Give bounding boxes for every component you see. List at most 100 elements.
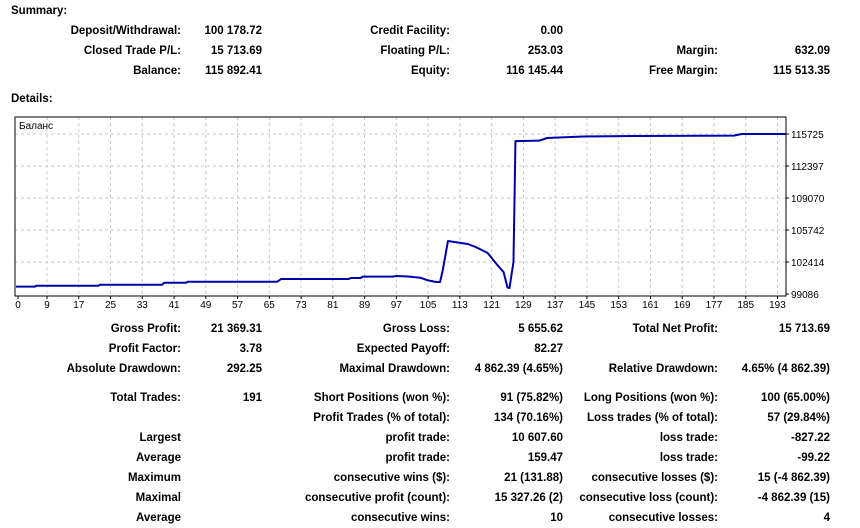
details-label: profit trade: [385, 432, 450, 444]
x-tick-label: 121 [483, 300, 500, 311]
summary-label: Balance: [133, 65, 181, 77]
details-label: loss trade: [659, 452, 718, 464]
x-tick-label: 81 [327, 300, 339, 311]
details-label: Gross Profit: [110, 323, 181, 335]
x-tick-label: 33 [137, 300, 149, 311]
y-tick-label: 99086 [791, 290, 819, 301]
details-label: Long Positions (won %): [583, 392, 718, 404]
details-label: Total Net Profit: [632, 323, 718, 335]
details-value: -4 862.39 (15) [757, 492, 830, 504]
details-value: 4 862.39 (4.65%) [474, 363, 563, 375]
x-tick-label: 17 [73, 300, 85, 311]
details-label: consecutive wins ($): [333, 472, 450, 484]
details-value: -99.22 [797, 452, 830, 464]
summary-value: 0.00 [540, 25, 563, 37]
summary-heading: Summary: [11, 5, 68, 17]
summary-row: Balance: 115 892.41 Equity: 116 145.44 Free … [0, 61, 860, 81]
details-label: Average [136, 452, 181, 464]
summary-label: Margin: [676, 45, 718, 57]
details-label: loss trade: [659, 432, 718, 444]
summary-value: 632.09 [794, 45, 830, 57]
details-label: Maximal [135, 492, 181, 504]
details-label: Short Positions (won %): [313, 392, 450, 404]
details-row: Average consecutive wins: 10 consecutive lo… [0, 508, 860, 528]
details-label: consecutive loss (count): [579, 492, 718, 504]
details-label: consecutive losses: [608, 512, 718, 524]
details-value: 100 (65.00%) [760, 392, 830, 404]
details-label: Gross Loss: [382, 323, 450, 335]
details-label: consecutive profit (count): [304, 492, 450, 504]
details-value: 10 607.60 [511, 432, 563, 444]
summary-label: Floating P/L: [380, 45, 450, 57]
x-tick-label: 137 [547, 300, 564, 311]
details-label: Largest [139, 432, 181, 444]
details-row: Absolute Drawdown: 292.25 Maximal Drawdown… [0, 359, 860, 379]
details-label: Profit Factor: [108, 343, 181, 355]
details-row: Maximum consecutive wins ($): 21 (131.88) c… [0, 468, 860, 488]
details-value: 15 713.69 [778, 323, 830, 335]
chart-title: Баланс [19, 121, 53, 132]
details-row: Profit Trades (% of total): 134 (70.16%) L… [0, 408, 860, 428]
plot-area [15, 117, 786, 296]
summary-label: Free Margin: [648, 65, 718, 77]
x-tick-label: 113 [452, 300, 468, 311]
summary-label: Credit Facility: [370, 25, 450, 37]
y-tick-label: 115725 [791, 130, 824, 141]
y-tick-label: 112397 [791, 162, 824, 173]
y-tick-label: 102414 [791, 258, 825, 269]
details-row: Largest profit trade: 10 607.60 loss trade:… [0, 428, 860, 448]
details-value: 4 [823, 512, 830, 524]
x-tick-label: 0 [15, 300, 21, 311]
x-tick-label: 129 [515, 300, 532, 311]
details-value: 15 327.26 (2) [494, 492, 563, 504]
x-tick-label: 25 [105, 300, 117, 311]
details-label: Relative Drawdown: [608, 363, 718, 375]
x-tick-label: 73 [296, 300, 308, 311]
details-value: -827.22 [790, 432, 830, 444]
x-tick-label: 185 [737, 300, 754, 311]
details-label: Maximal Drawdown: [339, 363, 450, 375]
details-value: 3.78 [239, 343, 262, 355]
y-tick-label: 109070 [791, 194, 825, 205]
x-tick-label: 161 [642, 300, 659, 311]
details-label: Maximum [127, 472, 181, 484]
details-value: 82.27 [534, 343, 563, 355]
details-label: Total Trades: [110, 392, 181, 404]
details-value: 159.47 [527, 452, 563, 464]
x-tick-label: 57 [232, 300, 244, 311]
summary-value: 100 178.72 [204, 25, 262, 37]
details-row: Profit Factor: 3.78 Expected Payoff: 82.27 [0, 339, 860, 359]
summary-value: 115 513.35 [773, 65, 830, 77]
details-value: 5 655.62 [518, 323, 563, 335]
x-tick-label: 41 [168, 300, 180, 311]
details-row: Gross Profit: 21 369.31 Gross Loss: 5 655.6… [0, 319, 860, 339]
x-tick-label: 145 [579, 300, 596, 311]
y-tick-label: 105742 [791, 226, 825, 237]
details-value: 292.25 [226, 363, 262, 375]
summary-value: 115 892.41 [205, 65, 262, 77]
details-label: Average [136, 512, 181, 524]
details-label: Profit Trades (% of total): [313, 412, 450, 424]
details-value: 191 [242, 392, 262, 404]
summary-label: Closed Trade P/L: [83, 45, 181, 57]
summary-label: Equity: [411, 65, 450, 77]
summary-value: 116 145.44 [506, 65, 563, 77]
details-value: 57 (29.84%) [767, 412, 830, 424]
x-tick-label: 153 [610, 300, 627, 311]
summary-row: Deposit/Withdrawal: 100 178.72 Credit Faci… [0, 21, 860, 41]
x-tick-label: 97 [391, 300, 403, 311]
details-label: Absolute Drawdown: [66, 363, 181, 375]
details-row: Maximal consecutive profit (count): 15 327… [0, 488, 860, 508]
details-value: 4.65% (4 862.39) [741, 363, 830, 375]
summary-row: Closed Trade P/L: 15 713.69 Floating P/L: 2… [0, 41, 860, 61]
details-value: 21 (131.88) [504, 472, 563, 484]
details-value: 10 [550, 512, 563, 524]
x-tick-label: 105 [420, 300, 437, 311]
summary-value: 253.03 [527, 45, 563, 57]
x-tick-label: 89 [359, 300, 371, 311]
x-tick-label: 193 [769, 300, 786, 311]
details-label: Expected Payoff: [356, 343, 450, 355]
details-heading: Details: [11, 93, 53, 105]
details-row: Total Trades: 191 Short Positions (won %):… [0, 388, 860, 408]
balance-chart: 0 9 17 25 33 41 49 57 65 73 81 89 97 105 113 121 129 137 1… [14, 116, 825, 311]
